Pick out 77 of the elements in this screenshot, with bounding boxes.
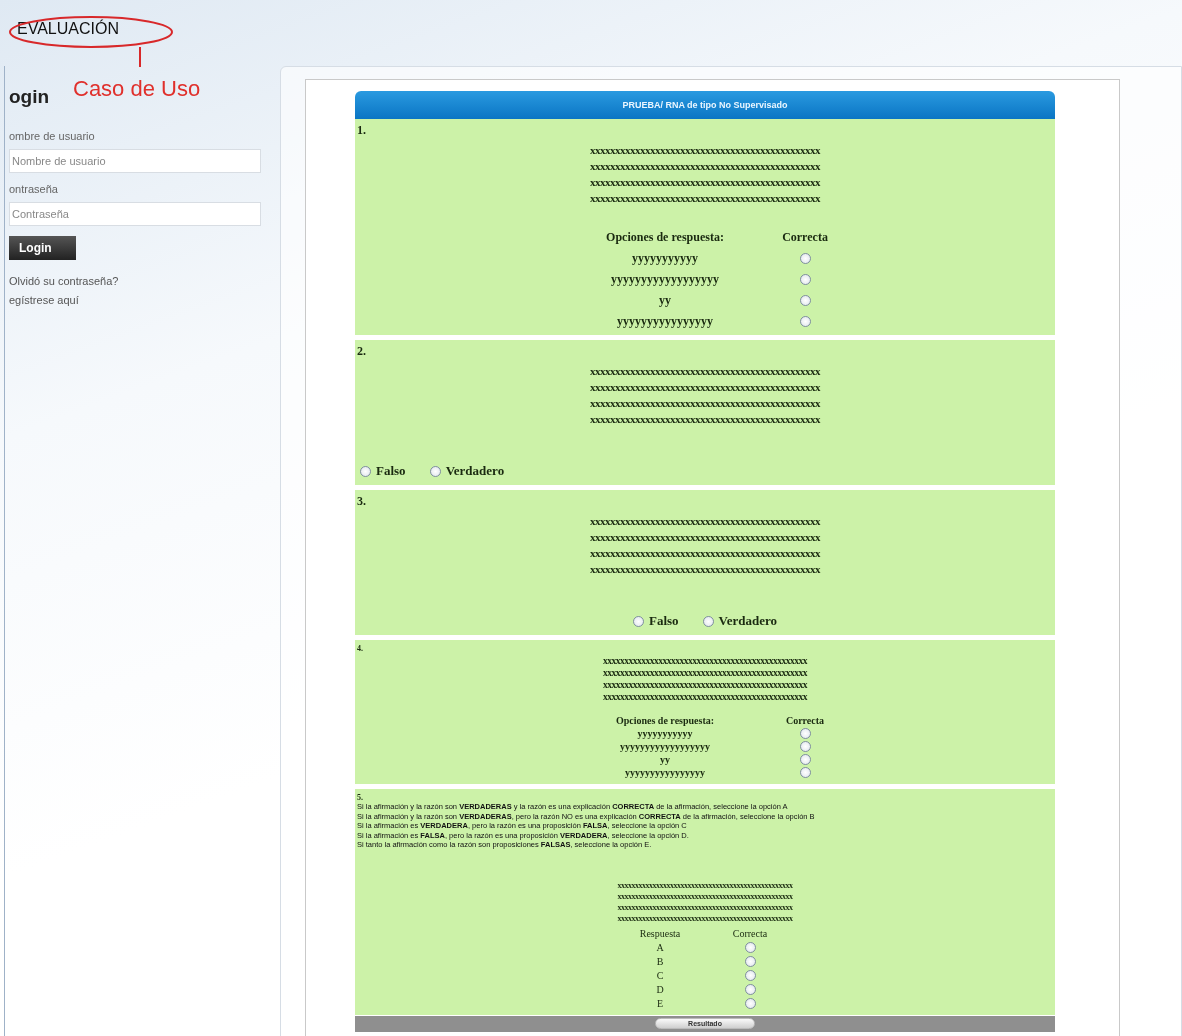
answer-option: B bbox=[656, 955, 664, 967]
field-label: ombre de usuario bbox=[9, 130, 95, 142]
answer-option: yy bbox=[660, 754, 670, 765]
radio-button[interactable] bbox=[744, 997, 756, 1009]
column-heading: Opciones de respuesta: bbox=[606, 230, 724, 245]
radio-button[interactable] bbox=[744, 983, 756, 995]
answer-option: yyyyyyyyyyyyyyyyyy bbox=[620, 741, 710, 752]
answer-option: yyyyyyyyyyyyyyyy bbox=[617, 314, 713, 329]
question-number: 2. bbox=[357, 344, 366, 359]
statement-line: xxxxxxxxxxxxxxxxxxxxxxxxxxxxxxxxxxxxxxxxxxxxxx bbox=[590, 191, 820, 206]
radio-button[interactable] bbox=[799, 728, 811, 739]
radio-button[interactable] bbox=[632, 615, 644, 627]
radio-button[interactable] bbox=[799, 253, 811, 264]
answer-option: yyyyyyyyyyy bbox=[637, 728, 693, 739]
statement-line: xxxxxxxxxxxxxxxxxxxxxxxxxxxxxxxxxxxxxxxxxxxxxxxxxx bbox=[617, 890, 793, 902]
answer-option: yyyyyyyyyyyyyyyyyy bbox=[611, 272, 719, 287]
statement-line: xxxxxxxxxxxxxxxxxxxxxxxxxxxxxxxxxxxxxxxxxxxxxxxx bbox=[603, 691, 807, 703]
radio-button[interactable] bbox=[702, 615, 714, 627]
statement-line: xxxxxxxxxxxxxxxxxxxxxxxxxxxxxxxxxxxxxxxxxxxxxxxxxx bbox=[617, 879, 793, 891]
column-heading: Opciones de respuesta: bbox=[615, 715, 715, 726]
statement-line: xxxxxxxxxxxxxxxxxxxxxxxxxxxxxxxxxxxxxxxxxxxxxx bbox=[590, 412, 820, 427]
statement-line: xxxxxxxxxxxxxxxxxxxxxxxxxxxxxxxxxxxxxxxxxxxxxx bbox=[590, 396, 820, 411]
question-number: 1. bbox=[357, 123, 366, 138]
radio-button[interactable] bbox=[744, 941, 756, 953]
statement-line: xxxxxxxxxxxxxxxxxxxxxxxxxxxxxxxxxxxxxxxxxxxxxx bbox=[590, 562, 820, 577]
answer-option: yy bbox=[659, 293, 671, 308]
input-field[interactable]: Nombre de usuario bbox=[9, 149, 261, 173]
statement-line: xxxxxxxxxxxxxxxxxxxxxxxxxxxxxxxxxxxxxxxxxxxxxx bbox=[590, 364, 820, 379]
column-heading: Correcta bbox=[782, 230, 828, 245]
statement-line: xxxxxxxxxxxxxxxxxxxxxxxxxxxxxxxxxxxxxxxxxxxxxx bbox=[590, 380, 820, 395]
question-number: 3. bbox=[357, 494, 366, 509]
radio-button[interactable] bbox=[799, 754, 811, 765]
column-heading: Correcta bbox=[785, 715, 825, 726]
option-label: Falso bbox=[648, 613, 679, 629]
option-label: Verdadero bbox=[718, 613, 778, 629]
field-label: ontraseña bbox=[9, 183, 58, 195]
test-title-bar: PRUEBA/ RNA de tipo No Supervisado bbox=[355, 91, 1055, 119]
statement-line: xxxxxxxxxxxxxxxxxxxxxxxxxxxxxxxxxxxxxxxxxxxxxx bbox=[590, 530, 820, 545]
answer-option: yyyyyyyyyyy bbox=[632, 251, 698, 266]
radio-button[interactable] bbox=[360, 465, 371, 477]
answer-option: E bbox=[656, 997, 664, 1009]
question-number: 5. bbox=[357, 793, 363, 802]
radio-button[interactable] bbox=[744, 955, 756, 967]
statement-line: xxxxxxxxxxxxxxxxxxxxxxxxxxxxxxxxxxxxxxxxxxxxxx bbox=[590, 546, 820, 561]
answer-option: D bbox=[656, 983, 664, 995]
login-button[interactable]: Login bbox=[9, 236, 76, 260]
answer-option: C bbox=[656, 969, 664, 981]
statement-line: xxxxxxxxxxxxxxxxxxxxxxxxxxxxxxxxxxxxxxxxxxxxxx bbox=[590, 514, 820, 529]
statement-line: xxxxxxxxxxxxxxxxxxxxxxxxxxxxxxxxxxxxxxxxxxxxxxxxxx bbox=[617, 901, 793, 913]
option-label: Falso bbox=[376, 463, 406, 479]
page-title: EVALUACIÓN bbox=[17, 20, 119, 37]
radio-button[interactable] bbox=[799, 295, 811, 306]
radio-button[interactable] bbox=[429, 465, 441, 477]
statement-line: xxxxxxxxxxxxxxxxxxxxxxxxxxxxxxxxxxxxxxxxxxxxxxxx bbox=[603, 655, 807, 667]
statement-line: xxxxxxxxxxxxxxxxxxxxxxxxxxxxxxxxxxxxxxxxxxxxxxxxxx bbox=[617, 912, 793, 924]
statement-line: xxxxxxxxxxxxxxxxxxxxxxxxxxxxxxxxxxxxxxxxxxxxxxxx bbox=[603, 679, 807, 691]
leader-line bbox=[138, 47, 142, 67]
column-heading: Correcta bbox=[732, 927, 768, 939]
radio-button[interactable] bbox=[799, 274, 811, 285]
radio-button[interactable] bbox=[744, 969, 756, 981]
login-heading: ogin bbox=[9, 86, 50, 108]
answer-option: A bbox=[656, 941, 664, 953]
radio-button[interactable] bbox=[799, 741, 811, 752]
annotation-label: Caso de Uso bbox=[73, 76, 201, 102]
input-field[interactable]: Contraseña bbox=[9, 202, 261, 226]
option-label: Verdadero bbox=[445, 463, 505, 479]
statement-line: xxxxxxxxxxxxxxxxxxxxxxxxxxxxxxxxxxxxxxxxxxxxxx bbox=[590, 175, 820, 190]
radio-button[interactable] bbox=[799, 316, 811, 327]
link[interactable]: Olvidó su contraseña? bbox=[9, 275, 119, 287]
radio-button[interactable] bbox=[799, 767, 811, 778]
question-number: 4. bbox=[357, 644, 363, 653]
statement-line: xxxxxxxxxxxxxxxxxxxxxxxxxxxxxxxxxxxxxxxxxxxxxx bbox=[590, 143, 820, 158]
statement-line: xxxxxxxxxxxxxxxxxxxxxxxxxxxxxxxxxxxxxxxxxxxxxxxx bbox=[603, 667, 807, 679]
link[interactable]: egístrese aquí bbox=[9, 294, 79, 306]
column-heading: Respuesta bbox=[639, 927, 681, 939]
statement-line: xxxxxxxxxxxxxxxxxxxxxxxxxxxxxxxxxxxxxxxxxxxxxx bbox=[590, 159, 820, 174]
answer-option: yyyyyyyyyyyyyyyy bbox=[625, 767, 705, 778]
